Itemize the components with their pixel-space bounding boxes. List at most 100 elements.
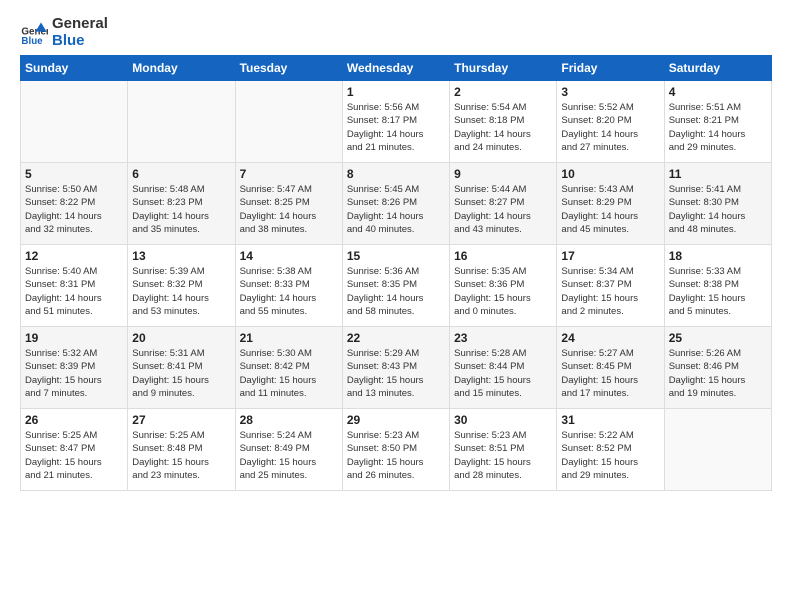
svg-text:Blue: Blue (21, 36, 43, 47)
calendar-table: Sunday Monday Tuesday Wednesday Thursday… (20, 55, 772, 491)
calendar-cell: 1 Sunrise: 5:56 AM Sunset: 8:17 PM Daylig… (342, 81, 449, 163)
day-info: Sunrise: 5:35 AM Sunset: 8:36 PM Dayligh… (454, 265, 552, 318)
day-info: Sunrise: 5:27 AM Sunset: 8:45 PM Dayligh… (561, 347, 659, 400)
calendar-cell: 13Sunrise: 5:39 AM Sunset: 8:32 PM Dayli… (128, 245, 235, 327)
day-info: Sunrise: 5:28 AM Sunset: 8:44 PM Dayligh… (454, 347, 552, 400)
day-number: 29 (347, 413, 445, 427)
day-info: Sunrise: 5:50 AM Sunset: 8:22 PM Dayligh… (25, 183, 123, 236)
logo-text-blue: Blue (52, 33, 108, 50)
calendar-cell (21, 81, 128, 163)
day-info: Sunrise: 5:56 AM Sunset: 8:17 PM Dayligh… (347, 101, 445, 154)
day-number: 26 (25, 413, 123, 427)
calendar-cell: 20 Sunrise: 5:31 AM Sunset: 8:41 PM Dayli… (128, 327, 235, 409)
day-number: 9 (454, 167, 552, 181)
day-number: 2 (454, 85, 552, 99)
day-number: 16 (454, 249, 552, 263)
calendar-cell (664, 409, 771, 491)
calendar-cell: 26Sunrise: 5:25 AM Sunset: 8:47 PM Dayli… (21, 409, 128, 491)
day-number: 6 (132, 167, 230, 181)
week-row-4: 19Sunrise: 5:32 AM Sunset: 8:39 PM Dayli… (21, 327, 772, 409)
calendar-cell: 30 Sunrise: 5:23 AM Sunset: 8:51 PM Dayli… (450, 409, 557, 491)
week-row-3: 12 Sunrise: 5:40 AM Sunset: 8:31 PM Dayli… (21, 245, 772, 327)
calendar-cell: 17 Sunrise: 5:34 AM Sunset: 8:37 PM Dayli… (557, 245, 664, 327)
day-info: Sunrise: 5:40 AM Sunset: 8:31 PM Dayligh… (25, 265, 123, 318)
calendar-cell: 12 Sunrise: 5:40 AM Sunset: 8:31 PM Dayli… (21, 245, 128, 327)
logo-icon: General Blue (20, 19, 48, 47)
day-info: Sunrise: 5:45 AM Sunset: 8:26 PM Dayligh… (347, 183, 445, 236)
calendar-cell: 19Sunrise: 5:32 AM Sunset: 8:39 PM Dayli… (21, 327, 128, 409)
col-sunday: Sunday (21, 56, 128, 81)
col-saturday: Saturday (664, 56, 771, 81)
calendar-cell: 18 Sunrise: 5:33 AM Sunset: 8:38 PM Dayli… (664, 245, 771, 327)
day-info: Sunrise: 5:44 AM Sunset: 8:27 PM Dayligh… (454, 183, 552, 236)
day-number: 10 (561, 167, 659, 181)
day-info: Sunrise: 5:30 AM Sunset: 8:42 PM Dayligh… (240, 347, 338, 400)
day-number: 19 (25, 331, 123, 345)
day-number: 8 (347, 167, 445, 181)
day-info: Sunrise: 5:29 AM Sunset: 8:43 PM Dayligh… (347, 347, 445, 400)
day-number: 3 (561, 85, 659, 99)
calendar-cell: 11Sunrise: 5:41 AM Sunset: 8:30 PM Dayli… (664, 163, 771, 245)
day-number: 23 (454, 331, 552, 345)
calendar-cell: 7 Sunrise: 5:47 AM Sunset: 8:25 PM Daylig… (235, 163, 342, 245)
col-wednesday: Wednesday (342, 56, 449, 81)
calendar-cell: 5 Sunrise: 5:50 AM Sunset: 8:22 PM Daylig… (21, 163, 128, 245)
calendar-cell: 10Sunrise: 5:43 AM Sunset: 8:29 PM Dayli… (557, 163, 664, 245)
calendar-cell: 9 Sunrise: 5:44 AM Sunset: 8:27 PM Daylig… (450, 163, 557, 245)
week-row-2: 5 Sunrise: 5:50 AM Sunset: 8:22 PM Daylig… (21, 163, 772, 245)
col-thursday: Thursday (450, 56, 557, 81)
day-info: Sunrise: 5:47 AM Sunset: 8:25 PM Dayligh… (240, 183, 338, 236)
calendar-cell: 2 Sunrise: 5:54 AM Sunset: 8:18 PM Daylig… (450, 81, 557, 163)
day-info: Sunrise: 5:23 AM Sunset: 8:50 PM Dayligh… (347, 429, 445, 482)
calendar-cell (128, 81, 235, 163)
day-number: 18 (669, 249, 767, 263)
day-number: 5 (25, 167, 123, 181)
calendar-body: 1 Sunrise: 5:56 AM Sunset: 8:17 PM Daylig… (21, 81, 772, 491)
day-info: Sunrise: 5:23 AM Sunset: 8:51 PM Dayligh… (454, 429, 552, 482)
day-info: Sunrise: 5:52 AM Sunset: 8:20 PM Dayligh… (561, 101, 659, 154)
calendar-cell: 23 Sunrise: 5:28 AM Sunset: 8:44 PM Dayli… (450, 327, 557, 409)
logo-text-general: General (52, 16, 108, 33)
day-info: Sunrise: 5:33 AM Sunset: 8:38 PM Dayligh… (669, 265, 767, 318)
calendar-cell: 16 Sunrise: 5:35 AM Sunset: 8:36 PM Dayli… (450, 245, 557, 327)
calendar-cell: 22Sunrise: 5:29 AM Sunset: 8:43 PM Dayli… (342, 327, 449, 409)
day-info: Sunrise: 5:39 AM Sunset: 8:32 PM Dayligh… (132, 265, 230, 318)
week-row-5: 26Sunrise: 5:25 AM Sunset: 8:47 PM Dayli… (21, 409, 772, 491)
day-number: 4 (669, 85, 767, 99)
day-info: Sunrise: 5:26 AM Sunset: 8:46 PM Dayligh… (669, 347, 767, 400)
day-number: 17 (561, 249, 659, 263)
logo: General Blue General Blue (20, 16, 108, 49)
calendar-cell: 15Sunrise: 5:36 AM Sunset: 8:35 PM Dayli… (342, 245, 449, 327)
col-friday: Friday (557, 56, 664, 81)
day-number: 1 (347, 85, 445, 99)
col-tuesday: Tuesday (235, 56, 342, 81)
calendar-cell: 25Sunrise: 5:26 AM Sunset: 8:46 PM Dayli… (664, 327, 771, 409)
day-number: 7 (240, 167, 338, 181)
day-number: 12 (25, 249, 123, 263)
col-monday: Monday (128, 56, 235, 81)
header-row: Sunday Monday Tuesday Wednesday Thursday… (21, 56, 772, 81)
calendar-cell: 6 Sunrise: 5:48 AM Sunset: 8:23 PM Daylig… (128, 163, 235, 245)
calendar-cell: 8 Sunrise: 5:45 AM Sunset: 8:26 PM Daylig… (342, 163, 449, 245)
day-info: Sunrise: 5:31 AM Sunset: 8:41 PM Dayligh… (132, 347, 230, 400)
page: General Blue General Blue Sunday Monday … (0, 0, 792, 501)
calendar-cell: 4Sunrise: 5:51 AM Sunset: 8:21 PM Daylig… (664, 81, 771, 163)
day-info: Sunrise: 5:54 AM Sunset: 8:18 PM Dayligh… (454, 101, 552, 154)
day-number: 27 (132, 413, 230, 427)
calendar-cell: 24 Sunrise: 5:27 AM Sunset: 8:45 PM Dayli… (557, 327, 664, 409)
calendar-header: Sunday Monday Tuesday Wednesday Thursday… (21, 56, 772, 81)
day-number: 14 (240, 249, 338, 263)
day-number: 30 (454, 413, 552, 427)
calendar-cell: 14 Sunrise: 5:38 AM Sunset: 8:33 PM Dayli… (235, 245, 342, 327)
day-number: 24 (561, 331, 659, 345)
day-info: Sunrise: 5:34 AM Sunset: 8:37 PM Dayligh… (561, 265, 659, 318)
day-info: Sunrise: 5:38 AM Sunset: 8:33 PM Dayligh… (240, 265, 338, 318)
day-info: Sunrise: 5:25 AM Sunset: 8:48 PM Dayligh… (132, 429, 230, 482)
week-row-1: 1 Sunrise: 5:56 AM Sunset: 8:17 PM Daylig… (21, 81, 772, 163)
day-info: Sunrise: 5:48 AM Sunset: 8:23 PM Dayligh… (132, 183, 230, 236)
day-number: 20 (132, 331, 230, 345)
day-number: 21 (240, 331, 338, 345)
calendar-cell (235, 81, 342, 163)
calendar-cell: 27 Sunrise: 5:25 AM Sunset: 8:48 PM Dayli… (128, 409, 235, 491)
day-number: 28 (240, 413, 338, 427)
